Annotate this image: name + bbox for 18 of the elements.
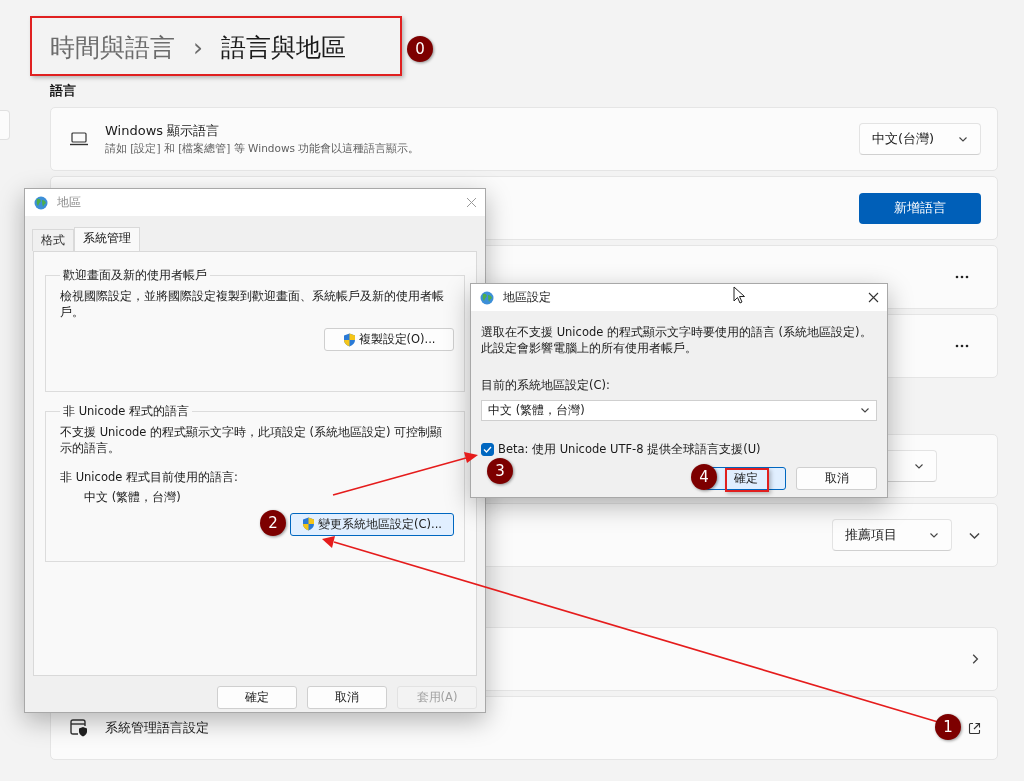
group-description: 不支援 Unicode 的程式顯示文字時，此項設定 (系統地區設定) 可控制顯示的語言。 bbox=[60, 425, 444, 457]
section-title: 語言 bbox=[50, 82, 77, 100]
group-title: 歡迎畫面及新的使用者帳戶 bbox=[62, 268, 208, 283]
step-marker: 0 bbox=[407, 36, 433, 62]
setting-title: 系統管理語言設定 bbox=[105, 719, 209, 737]
page-title: 語言與地區 bbox=[221, 31, 346, 64]
setting-description: 請如 [設定] 和 [檔案總管] 等 Windows 功能會以這種語言顯示。 bbox=[105, 142, 421, 156]
dialog-description: 選取在不支援 Unicode 的程式顯示文字時要使用的語言 (系統地區設定)。此設定會影響電腦上的所有使用者帳戶。 bbox=[481, 325, 873, 357]
current-language-label: 非 Unicode 程式目前使用的語言: bbox=[60, 470, 239, 486]
group-description: 檢視國際設定，並將國際設定複製到歡迎畫面、系統帳戶及新的使用者帳戶。 bbox=[60, 289, 445, 321]
setting-title: Windows 顯示語言 bbox=[105, 122, 220, 140]
checkbox-label: Beta: 使用 Unicode UTF-8 提供全球語言支援(U) bbox=[498, 441, 761, 457]
dialog-title: 地區設定 bbox=[503, 289, 551, 306]
group-title: 非 Unicode 程式的語言 bbox=[62, 404, 190, 419]
select-label: 目前的系統地區設定(C): bbox=[481, 378, 611, 394]
breadcrumb-separator: › bbox=[193, 32, 203, 62]
dialog-title: 地區 bbox=[57, 194, 81, 211]
current-language-value: 中文 (繁體，台灣) bbox=[83, 489, 182, 505]
